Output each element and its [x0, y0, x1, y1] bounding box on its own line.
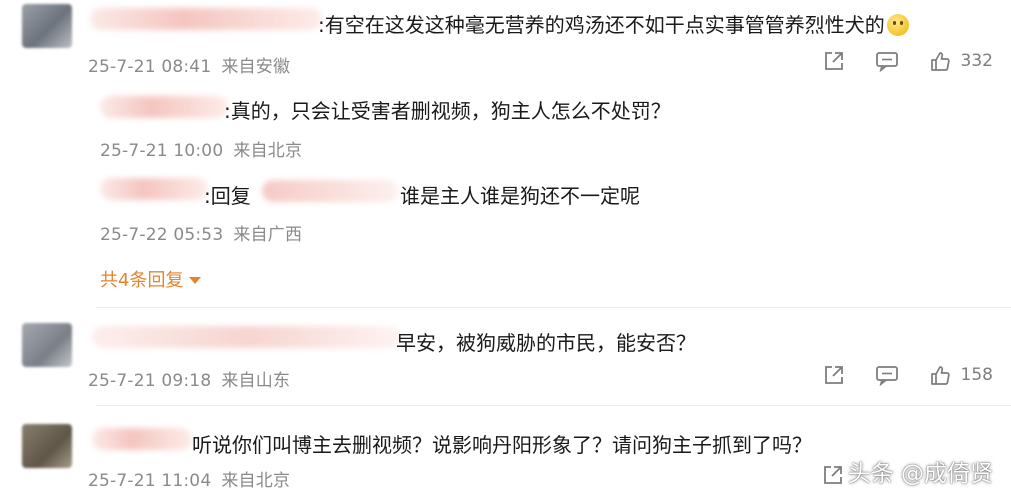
- location: 来自广西: [233, 225, 303, 245]
- like-button[interactable]: 158: [929, 364, 993, 386]
- share-button[interactable]: [823, 50, 845, 72]
- location: 来自北京: [221, 471, 291, 491]
- avatar[interactable]: [22, 4, 72, 48]
- share-icon: [824, 466, 842, 484]
- username-blurred: [92, 326, 402, 348]
- watermark: 头条 @成倚贤: [847, 461, 993, 487]
- timestamp: 25-7-21 09:18: [88, 371, 212, 391]
- like-count: 332: [960, 51, 993, 71]
- reply-text: :回复: [204, 184, 251, 208]
- more-replies-label: 共4条回复: [100, 270, 184, 291]
- comment-meta: 25-7-21 09:18 来自山东: [88, 366, 290, 391]
- username-blurred: [90, 8, 322, 30]
- reply-text: :真的，只会让受害者删视频，狗主人怎么不处罚？: [224, 99, 671, 123]
- share-icon: [824, 52, 843, 70]
- comment-icon: [875, 52, 898, 72]
- like-count: 158: [960, 365, 993, 385]
- comment-icon: [875, 366, 898, 386]
- comment-button[interactable]: [875, 50, 899, 72]
- reply-username-blurred: [100, 178, 208, 200]
- comment-text-body: 有空在这发这种毫无营养的鸡汤还不如干点实事管管养烈性犬的: [324, 13, 885, 37]
- timestamp: 25-7-22 05:53: [100, 225, 224, 245]
- location: 来自北京: [233, 141, 303, 161]
- more-replies-link[interactable]: 共4条回复: [100, 266, 202, 292]
- comment-meta: 25-7-21 11:04 来自北京: [88, 466, 290, 491]
- reply-text-body: 谁是主人谁是狗还不一定呢: [400, 184, 640, 208]
- reply-username-blurred: [100, 96, 228, 118]
- thumbs-up-icon: [930, 366, 950, 385]
- comment-text: 早安，被狗威胁的市民，能安否？: [396, 327, 696, 356]
- comment-meta: 25-7-21 08:41 来自安徽: [88, 52, 290, 77]
- timestamp: 25-7-21 08:41: [88, 57, 212, 77]
- reply-prefix: 回复: [210, 184, 251, 208]
- caret-down-icon: [189, 277, 202, 284]
- comment-text-body: 早安，被狗威胁的市民，能安否？: [396, 331, 696, 355]
- divider: [96, 307, 1011, 308]
- reply-text-body: 真的，只会让受害者删视频，狗主人怎么不处罚？: [230, 99, 671, 123]
- reply-meta: 25-7-21 10:00 来自北京: [100, 136, 302, 161]
- username-blurred: [92, 428, 192, 450]
- share-icon: [824, 366, 843, 384]
- avatar[interactable]: [22, 323, 72, 367]
- reply-text-2: 谁是主人谁是狗还不一定呢: [400, 180, 640, 209]
- share-button[interactable]: [822, 464, 844, 486]
- timestamp: 25-7-21 10:00: [100, 141, 224, 161]
- mention-blurred: [262, 180, 398, 202]
- smile-emoji-icon: [886, 14, 909, 36]
- divider: [96, 405, 1011, 406]
- location: 来自山东: [221, 371, 291, 391]
- comment-actions: 332: [823, 50, 993, 72]
- share-button[interactable]: [823, 364, 845, 386]
- comment-actions: 158: [823, 364, 993, 386]
- timestamp: 25-7-21 11:04: [88, 471, 212, 491]
- like-button[interactable]: 332: [929, 50, 993, 72]
- location: 来自安徽: [221, 57, 291, 77]
- comment-text: :有空在这发这种毫无营养的鸡汤还不如干点实事管管养烈性犬的: [318, 9, 909, 38]
- comment-text: 听说你们叫博主去删视频？说影响丹阳形象了？请问狗主子抓到了吗？: [192, 429, 812, 458]
- comment-button[interactable]: [875, 364, 899, 386]
- comment-text-body: 听说你们叫博主去删视频？说影响丹阳形象了？请问狗主子抓到了吗？: [192, 433, 812, 457]
- thumbs-up-icon: [930, 52, 950, 71]
- avatar[interactable]: [22, 424, 72, 468]
- reply-meta: 25-7-22 05:53 来自广西: [100, 220, 302, 245]
